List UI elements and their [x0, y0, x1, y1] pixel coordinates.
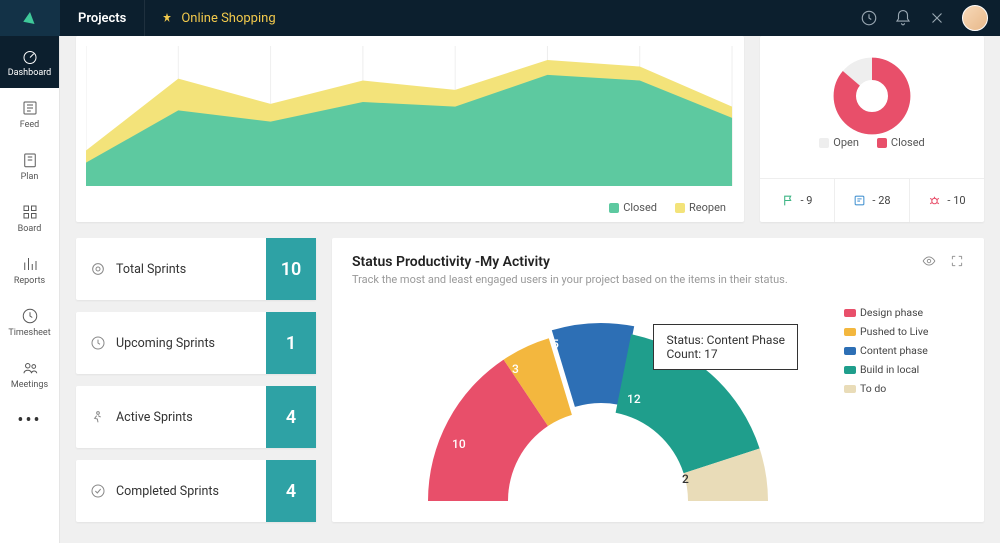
sidebar: Dashboard Feed Plan Board Reports Timesh… [0, 36, 60, 543]
sprint-count: 4 [266, 386, 316, 448]
sprint-total[interactable]: Total Sprints 10 [76, 238, 316, 300]
sidebar-item-feed[interactable]: Feed [0, 88, 59, 140]
sprint-upcoming[interactable]: Upcoming Sprints 1 [76, 312, 316, 374]
legend-reopen: Reopen [689, 201, 726, 214]
sidebar-item-label: Timesheet [8, 328, 50, 338]
sidebar-item-meetings[interactable]: Meetings [0, 348, 59, 400]
project-name-label: Online Shopping [181, 11, 275, 26]
legend-open: Open [833, 136, 859, 149]
flag-icon [782, 194, 795, 207]
sidebar-item-label: Board [18, 224, 42, 234]
topbar: Projects Online Shopping [0, 0, 1000, 36]
donut-legend: Design phase Pushed to Live Content phas… [844, 296, 964, 506]
sprint-label: Completed Sprints [116, 484, 219, 499]
donut-label-todo: 2 [682, 472, 689, 486]
expand-icon[interactable] [950, 254, 964, 268]
sprint-active[interactable]: Active Sprints 4 [76, 386, 316, 448]
running-icon [90, 409, 106, 425]
avatar[interactable] [962, 5, 988, 31]
sidebar-item-label: Feed [20, 120, 40, 130]
projects-nav[interactable]: Projects [60, 0, 145, 36]
sidebar-item-reports[interactable]: Reports [0, 244, 59, 296]
people-icon [21, 359, 39, 377]
plan-icon [21, 151, 39, 169]
clock-outline-icon [21, 307, 39, 325]
tooltip-status: Status: Content Phase [666, 333, 785, 347]
sprint-count: 10 [266, 238, 316, 300]
status-productivity-card: Status Productivity -My Activity Track t… [332, 238, 984, 522]
sidebar-item-dashboard[interactable]: Dashboard [0, 36, 59, 88]
activity-subtitle: Track the most and least engaged users i… [352, 273, 788, 286]
chart-tooltip: Status: Content Phase Count: 17 [653, 324, 798, 370]
main-content: Closed Reopen 86.4% Open Closed [60, 36, 1000, 543]
legend-content: Content phase [860, 344, 928, 357]
reports-icon [21, 255, 39, 273]
stat-bug[interactable]: - 10 [910, 179, 984, 222]
area-chart-card: Closed Reopen [76, 36, 744, 222]
legend-closed: Closed [623, 201, 657, 214]
sidebar-item-timesheet[interactable]: Timesheet [0, 296, 59, 348]
legend-design: Design phase [860, 306, 923, 319]
tooltip-count: Count: 17 [666, 347, 785, 361]
donut-chart: 10 3 5 12 2 Status: Content Phase Count:… [352, 296, 844, 506]
sprint-label: Active Sprints [116, 410, 193, 425]
area-chart [86, 46, 734, 186]
sidebar-item-label: Plan [21, 172, 39, 182]
sidebar-more[interactable]: ••• [0, 400, 59, 440]
activity-title: Status Productivity -My Activity [352, 254, 788, 270]
gauge-icon [21, 47, 39, 65]
feed-icon [21, 99, 39, 117]
donut-label-design: 10 [452, 437, 466, 451]
stat-flag[interactable]: - 9 [760, 179, 835, 222]
note-icon [853, 194, 866, 207]
sprint-count: 4 [266, 460, 316, 522]
current-project[interactable]: Online Shopping [145, 11, 291, 26]
bug-icon [928, 194, 941, 207]
pie-legend: Open Closed [819, 136, 924, 159]
pie-center-text: 86.4% [858, 90, 886, 103]
bell-icon[interactable] [894, 9, 912, 27]
donut-label-build: 12 [627, 392, 641, 406]
clock-icon[interactable] [860, 9, 878, 27]
board-icon [21, 203, 39, 221]
legend-todo: To do [860, 382, 886, 395]
sprint-count: 1 [266, 312, 316, 374]
clock-icon [90, 335, 106, 351]
area-chart-legend: Closed Reopen [609, 201, 726, 214]
sprint-label: Total Sprints [116, 262, 186, 277]
sidebar-item-board[interactable]: Board [0, 192, 59, 244]
stat-box[interactable]: - 28 [835, 179, 910, 222]
sidebar-item-label: Meetings [11, 380, 48, 390]
legend-build: Build in local [860, 363, 919, 376]
legend-pushed: Pushed to Live [860, 325, 928, 338]
check-icon [90, 483, 106, 499]
donut-label-pushed: 3 [512, 362, 519, 376]
open-closed-card: 86.4% Open Closed - 9 - 28 [760, 36, 984, 222]
legend-closed: Closed [891, 136, 925, 149]
sidebar-item-label: Dashboard [8, 68, 52, 78]
donut-label-content: 5 [552, 337, 559, 351]
pin-icon [161, 12, 173, 24]
sidebar-item-label: Reports [14, 276, 45, 286]
sidebar-item-plan[interactable]: Plan [0, 140, 59, 192]
pie-stats-row: - 9 - 28 - 10 [760, 178, 984, 222]
sprint-completed[interactable]: Completed Sprints 4 [76, 460, 316, 522]
target-icon [90, 261, 106, 277]
sprint-label: Upcoming Sprints [116, 336, 215, 351]
tools-icon[interactable] [928, 9, 946, 27]
open-closed-pie: 86.4% [822, 56, 922, 136]
sprints-column: Total Sprints 10 Upcoming Sprints 1 Acti… [76, 238, 316, 522]
app-logo[interactable] [0, 0, 60, 36]
eye-icon[interactable] [922, 254, 936, 268]
